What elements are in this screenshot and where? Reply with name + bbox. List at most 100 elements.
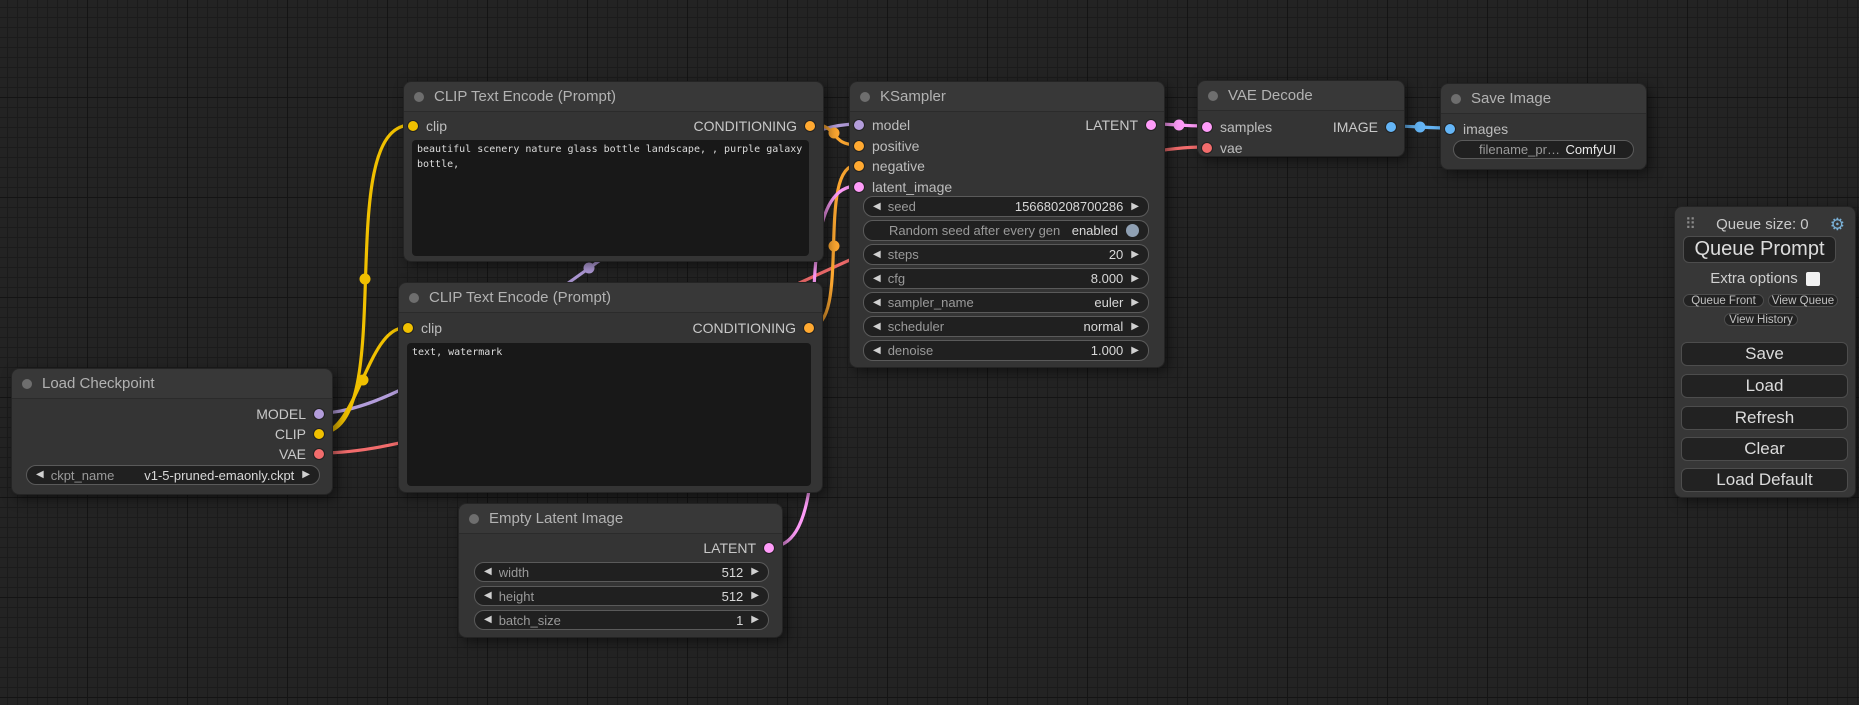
port-dot-model[interactable] <box>854 120 864 130</box>
node-clip-text-encode-positive[interactable]: CLIP Text Encode (Prompt) clip CONDITION… <box>403 81 824 262</box>
port-dot-clip[interactable] <box>408 121 418 131</box>
widget-left-arrow-icon[interactable]: ◀ <box>873 298 881 308</box>
port-dot-image[interactable] <box>1386 122 1396 132</box>
input-port-latent-image[interactable]: latent_image <box>854 177 952 197</box>
port-dot-image[interactable] <box>1445 124 1455 134</box>
collapse-dot-icon[interactable] <box>22 379 32 389</box>
node-graph-canvas[interactable]: Load Checkpoint MODEL CLIP VAE ◀ ckpt_na… <box>0 0 1859 705</box>
port-dot-latent[interactable] <box>1202 122 1212 132</box>
widget-right-arrow-icon[interactable]: ▶ <box>751 567 759 577</box>
batch-size-widget[interactable]: ◀ batch_size 1 ▶ <box>474 610 769 630</box>
widget-right-arrow-icon[interactable]: ▶ <box>751 591 759 601</box>
output-port-latent[interactable]: LATENT <box>703 538 774 558</box>
input-port-images[interactable]: images <box>1445 119 1508 139</box>
port-dot-conditioning[interactable] <box>854 141 864 151</box>
node-load-checkpoint[interactable]: Load Checkpoint MODEL CLIP VAE ◀ ckpt_na… <box>11 368 333 495</box>
port-dot-clip[interactable] <box>314 429 324 439</box>
node-title-bar[interactable]: VAE Decode <box>1198 81 1404 111</box>
port-dot-latent[interactable] <box>854 182 864 192</box>
widget-left-arrow-icon[interactable]: ◀ <box>873 202 881 212</box>
input-port-clip[interactable]: clip <box>408 116 447 136</box>
port-dot-latent[interactable] <box>764 543 774 553</box>
node-clip-text-encode-negative[interactable]: CLIP Text Encode (Prompt) clip CONDITION… <box>398 282 823 493</box>
port-dot-clip[interactable] <box>403 323 413 333</box>
node-title-bar[interactable]: KSampler <box>850 82 1164 112</box>
view-history-button[interactable]: View History <box>1724 313 1798 326</box>
port-dot-conditioning[interactable] <box>854 161 864 171</box>
widget-left-arrow-icon[interactable]: ◀ <box>873 322 881 332</box>
node-ksampler[interactable]: KSampler model positive negative latent_… <box>849 81 1165 368</box>
collapse-dot-icon[interactable] <box>1451 94 1461 104</box>
toggle-knob-icon[interactable] <box>1126 224 1139 237</box>
input-port-clip[interactable]: clip <box>403 318 442 338</box>
drag-handle-icon[interactable]: ⠿ <box>1685 215 1695 233</box>
extra-options-checkbox[interactable] <box>1806 272 1820 286</box>
node-title-bar[interactable]: CLIP Text Encode (Prompt) <box>404 82 823 112</box>
filename-prefix-widget[interactable]: filename_prefix ComfyUI <box>1453 140 1634 159</box>
view-queue-button[interactable]: View Queue <box>1768 294 1838 307</box>
collapse-dot-icon[interactable] <box>1208 91 1218 101</box>
node-title-bar[interactable]: CLIP Text Encode (Prompt) <box>399 283 822 313</box>
widget-left-arrow-icon[interactable]: ◀ <box>36 470 44 480</box>
node-title-bar[interactable]: Save Image <box>1441 84 1646 114</box>
prompt-textarea[interactable]: beautiful scenery nature glass bottle la… <box>412 140 809 256</box>
port-dot-model[interactable] <box>314 409 324 419</box>
seed-widget[interactable]: ◀ seed 156680208700286 ▶ <box>863 196 1149 217</box>
refresh-button[interactable]: Refresh <box>1681 406 1848 430</box>
cfg-widget[interactable]: ◀ cfg 8.000 ▶ <box>863 268 1149 289</box>
widget-left-arrow-icon[interactable]: ◀ <box>484 567 492 577</box>
prompt-textarea[interactable]: text, watermark <box>407 343 811 486</box>
input-port-negative[interactable]: negative <box>854 156 925 176</box>
ckpt-name-widget[interactable]: ◀ ckpt_name v1-5-pruned-emaonly.ckpt ▶ <box>26 465 320 485</box>
node-empty-latent-image[interactable]: Empty Latent Image LATENT ◀ width 512 ▶ … <box>458 503 783 638</box>
widget-right-arrow-icon[interactable]: ▶ <box>1131 202 1139 212</box>
random-seed-toggle-widget[interactable]: Random seed after every gen enabled <box>863 220 1149 241</box>
input-port-vae[interactable]: vae <box>1202 138 1243 158</box>
output-port-latent[interactable]: LATENT <box>1085 115 1156 135</box>
load-default-button[interactable]: Load Default <box>1681 468 1848 492</box>
scheduler-widget[interactable]: ◀ scheduler normal ▶ <box>863 316 1149 337</box>
widget-right-arrow-icon[interactable]: ▶ <box>751 615 759 625</box>
port-dot-vae[interactable] <box>1202 143 1212 153</box>
input-port-model[interactable]: model <box>854 115 910 135</box>
save-button[interactable]: Save <box>1681 342 1848 366</box>
node-title-bar[interactable]: Load Checkpoint <box>12 369 332 399</box>
widget-left-arrow-icon[interactable]: ◀ <box>484 615 492 625</box>
node-save-image[interactable]: Save Image images filename_prefix ComfyU… <box>1440 83 1647 170</box>
output-port-image[interactable]: IMAGE <box>1333 117 1396 137</box>
widget-right-arrow-icon[interactable]: ▶ <box>302 470 310 480</box>
height-widget[interactable]: ◀ height 512 ▶ <box>474 586 769 606</box>
denoise-widget[interactable]: ◀ denoise 1.000 ▶ <box>863 340 1149 361</box>
widget-left-arrow-icon[interactable]: ◀ <box>873 250 881 260</box>
steps-widget[interactable]: ◀ steps 20 ▶ <box>863 244 1149 265</box>
widget-left-arrow-icon[interactable]: ◀ <box>484 591 492 601</box>
widget-left-arrow-icon[interactable]: ◀ <box>873 346 881 356</box>
output-port-conditioning[interactable]: CONDITIONING <box>694 116 815 136</box>
port-dot-conditioning[interactable] <box>804 323 814 333</box>
port-dot-conditioning[interactable] <box>805 121 815 131</box>
output-port-vae[interactable]: VAE <box>279 444 324 464</box>
collapse-dot-icon[interactable] <box>469 514 479 524</box>
port-dot-latent[interactable] <box>1146 120 1156 130</box>
widget-right-arrow-icon[interactable]: ▶ <box>1131 250 1139 260</box>
widget-right-arrow-icon[interactable]: ▶ <box>1131 274 1139 284</box>
collapse-dot-icon[interactable] <box>414 92 424 102</box>
load-button[interactable]: Load <box>1681 374 1848 398</box>
collapse-dot-icon[interactable] <box>860 92 870 102</box>
widget-right-arrow-icon[interactable]: ▶ <box>1131 322 1139 332</box>
width-widget[interactable]: ◀ width 512 ▶ <box>474 562 769 582</box>
node-vae-decode[interactable]: VAE Decode samples vae IMAGE <box>1197 80 1405 157</box>
input-port-samples[interactable]: samples <box>1202 117 1272 137</box>
collapse-dot-icon[interactable] <box>409 293 419 303</box>
node-title-bar[interactable]: Empty Latent Image <box>459 504 782 534</box>
widget-right-arrow-icon[interactable]: ▶ <box>1131 346 1139 356</box>
queue-front-button[interactable]: Queue Front <box>1683 294 1764 307</box>
clear-button[interactable]: Clear <box>1681 437 1848 461</box>
sampler-name-widget[interactable]: ◀ sampler_name euler ▶ <box>863 292 1149 313</box>
input-port-positive[interactable]: positive <box>854 136 919 156</box>
widget-right-arrow-icon[interactable]: ▶ <box>1131 298 1139 308</box>
widget-left-arrow-icon[interactable]: ◀ <box>873 274 881 284</box>
port-dot-vae[interactable] <box>314 449 324 459</box>
gear-icon[interactable]: ⚙ <box>1830 216 1845 233</box>
output-port-model[interactable]: MODEL <box>256 404 324 424</box>
